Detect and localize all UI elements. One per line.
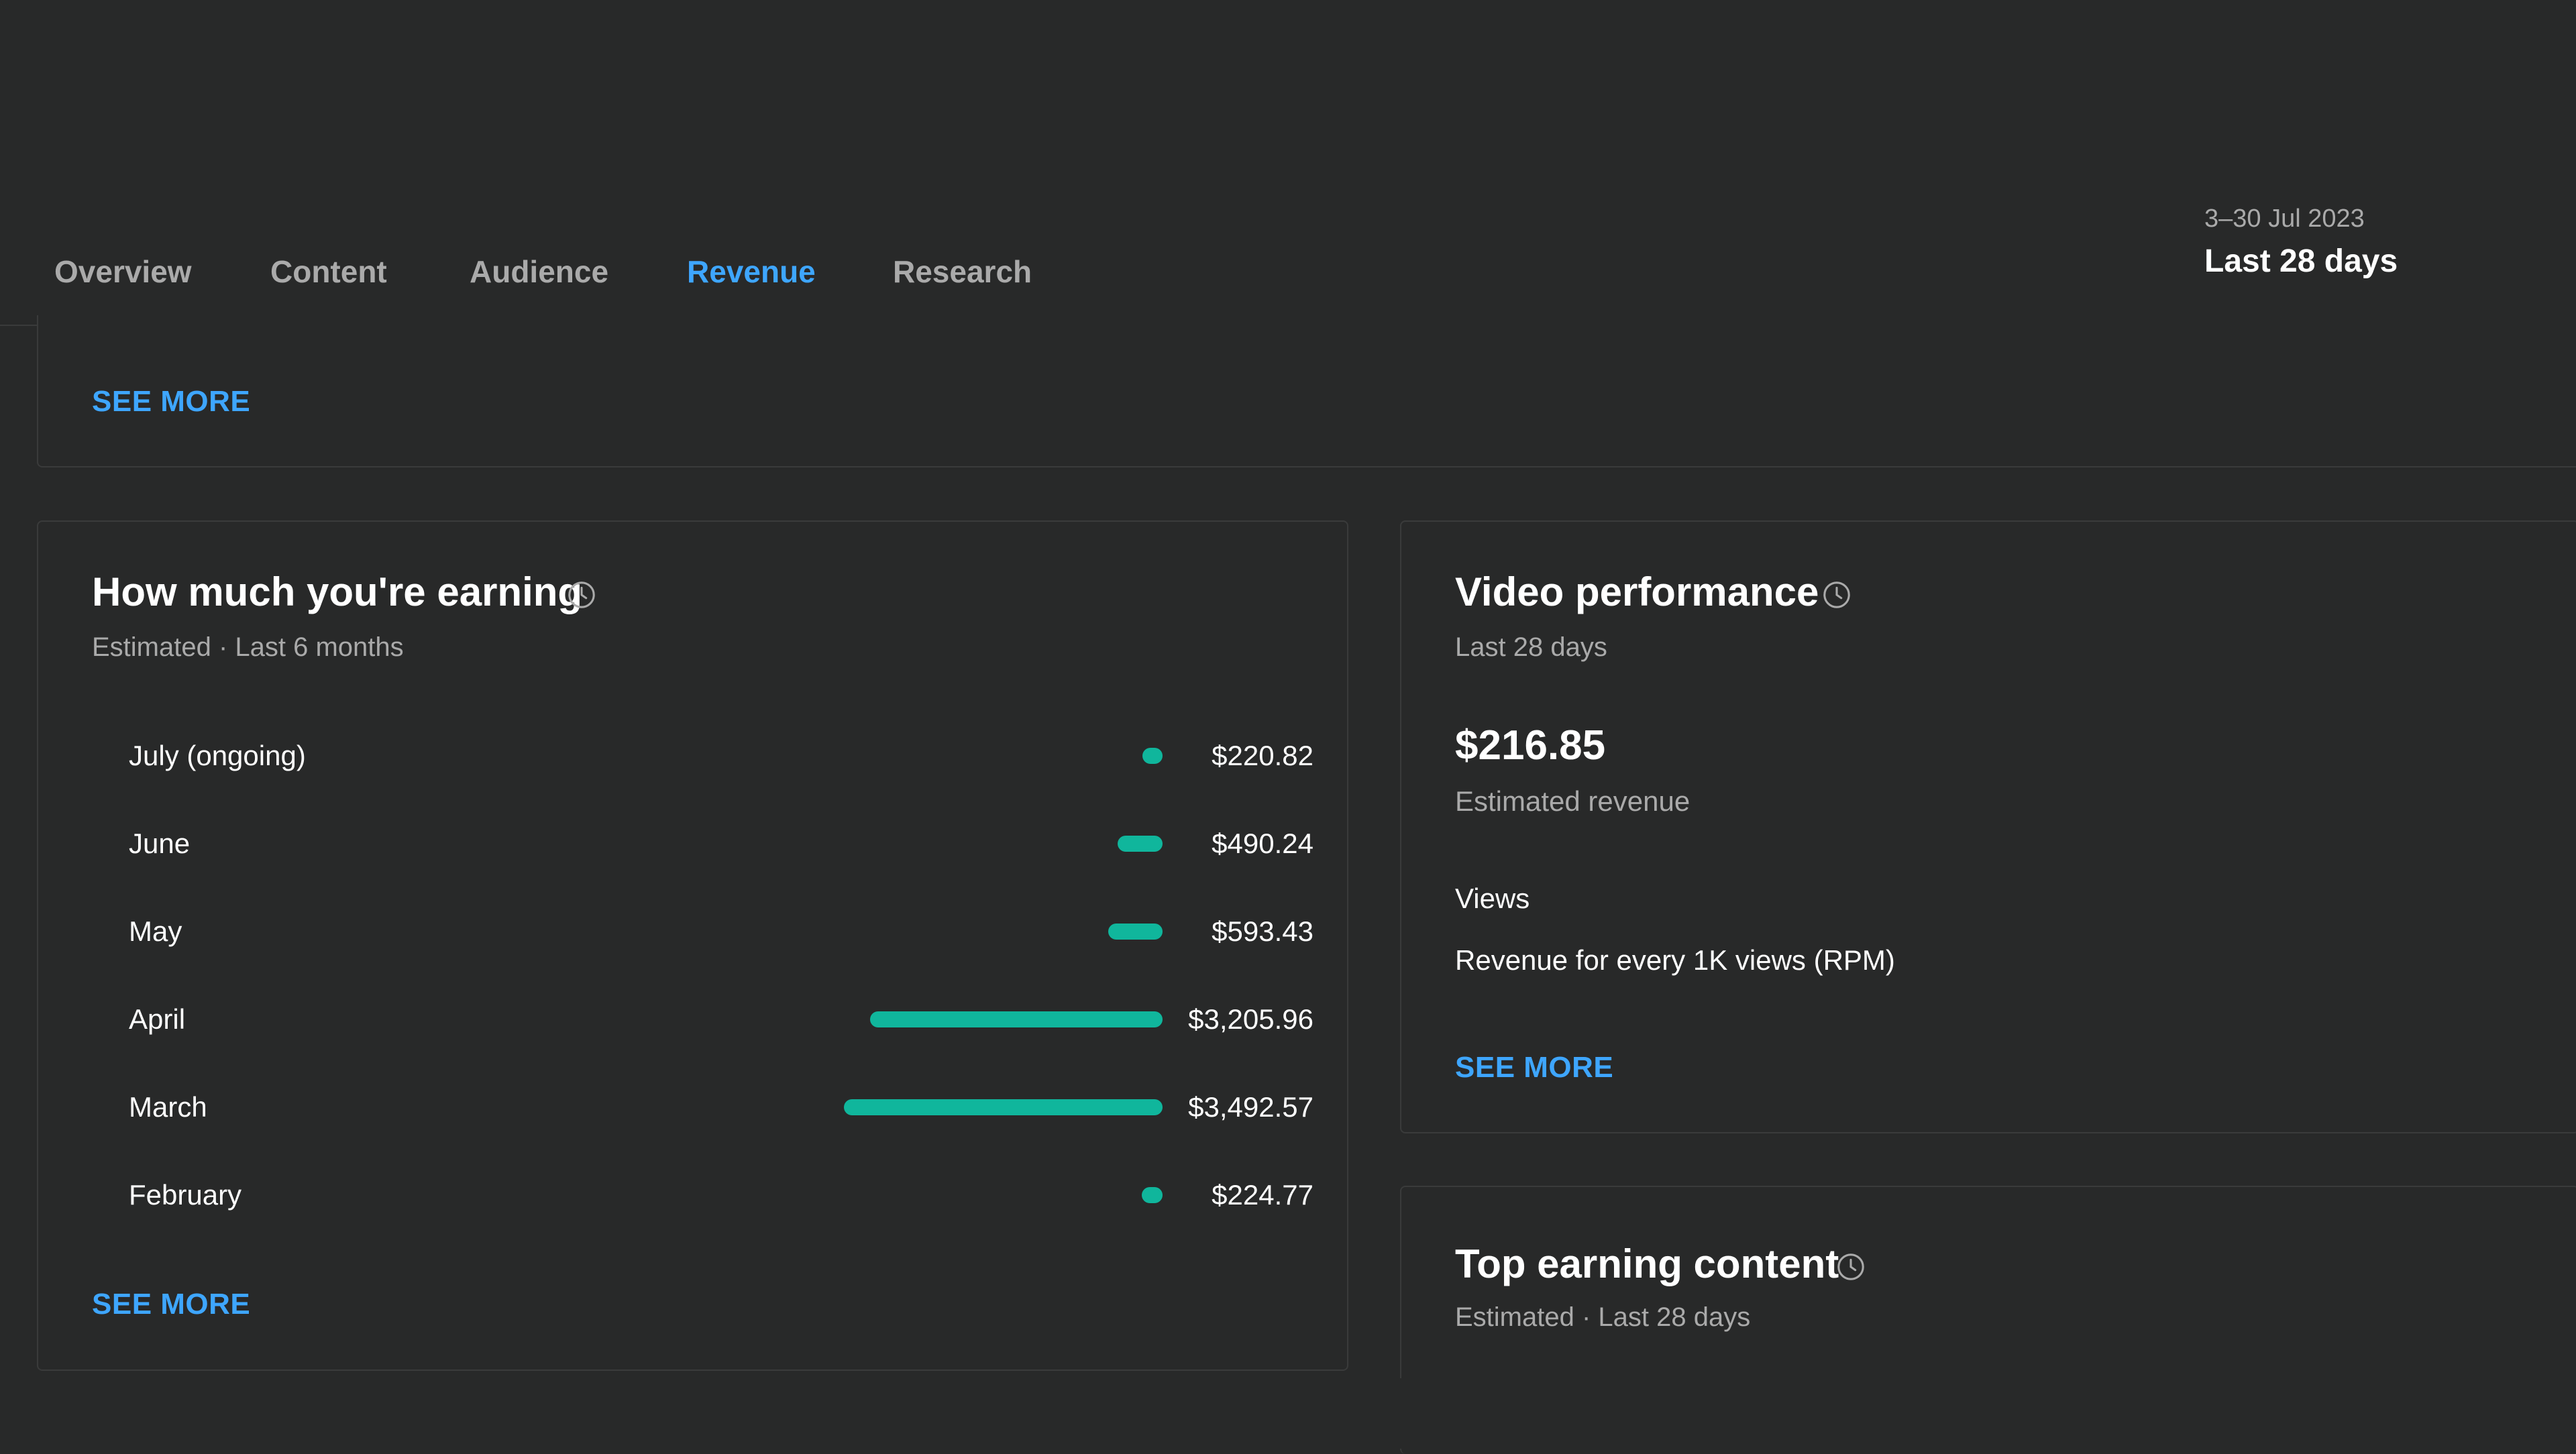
video-card-subtitle: Last 28 days [1455,632,1607,662]
top-content-card-subtitle: Estimated · Last 28 days [1455,1302,1751,1332]
earning-row: February $224.77 [129,1168,1313,1222]
page-bottom-mask [1400,1378,2576,1449]
earning-bar [844,1099,1163,1115]
rpm-label: Revenue for every 1K views (RPM) [1455,944,1895,976]
earning-bar [1142,748,1163,764]
earning-bar [1118,836,1163,852]
earning-month: February [129,1179,242,1211]
earning-value: $490.24 [1212,828,1313,859]
top-content-card-title: Top earning content [1455,1241,1839,1286]
earning-card: How much you're earning Estimated · Last… [37,520,1348,1371]
earning-row: May $593.43 [129,905,1313,958]
earning-row: April $3,205.96 [129,993,1313,1046]
tab-audience[interactable]: Audience [470,241,608,325]
earning-bar [869,1011,1163,1027]
earning-value: $3,492.57 [1188,1091,1313,1123]
earning-row: June $490.24 [129,817,1313,871]
clock-icon[interactable] [566,579,597,610]
earning-value: $224.77 [1212,1179,1313,1211]
tab-content[interactable]: Content [270,241,387,325]
estimated-revenue-value: $216.85 [1455,722,1606,769]
earning-month: March [129,1091,207,1123]
tab-revenue[interactable]: Revenue [687,241,816,325]
video-card-title: Video performance [1455,569,1819,614]
earning-month: May [129,915,182,947]
see-more-link[interactable]: SEE MORE [92,385,250,418]
tab-research[interactable]: Research [893,241,1032,325]
earning-month: July (ongoing) [129,740,306,771]
clock-icon[interactable] [1835,1251,1866,1282]
earning-value: $220.82 [1212,740,1313,771]
tab-overview[interactable]: Overview [54,241,192,325]
earning-value: $593.43 [1212,915,1313,947]
video-see-more-link[interactable]: SEE MORE [1455,1051,1613,1084]
earning-month: June [129,828,191,859]
date-range[interactable]: 3–30 Jul 2023 [2204,205,2365,233]
earning-row: March $3,492.57 [129,1080,1313,1134]
earning-bar [1108,924,1163,940]
video-performance-card: Video performance Last 28 days $216.85 E… [1400,520,2576,1133]
estimated-revenue-label: Estimated revenue [1455,785,1690,817]
earning-bar [1142,1187,1163,1203]
earning-card-subtitle: Estimated · Last 6 months [92,632,404,662]
clock-icon[interactable] [1821,579,1852,610]
date-period-selector[interactable]: Last 28 days [2204,243,2398,280]
earning-month: April [129,1003,186,1035]
earning-row: July (ongoing) $220.82 [129,729,1313,783]
earning-see-more-link[interactable]: SEE MORE [92,1288,250,1321]
earning-value: $3,205.96 [1188,1003,1313,1035]
earning-card-title: How much you're earning [92,569,583,614]
top-card: SEE MORE [37,315,2576,467]
views-label: Views [1455,883,1530,914]
